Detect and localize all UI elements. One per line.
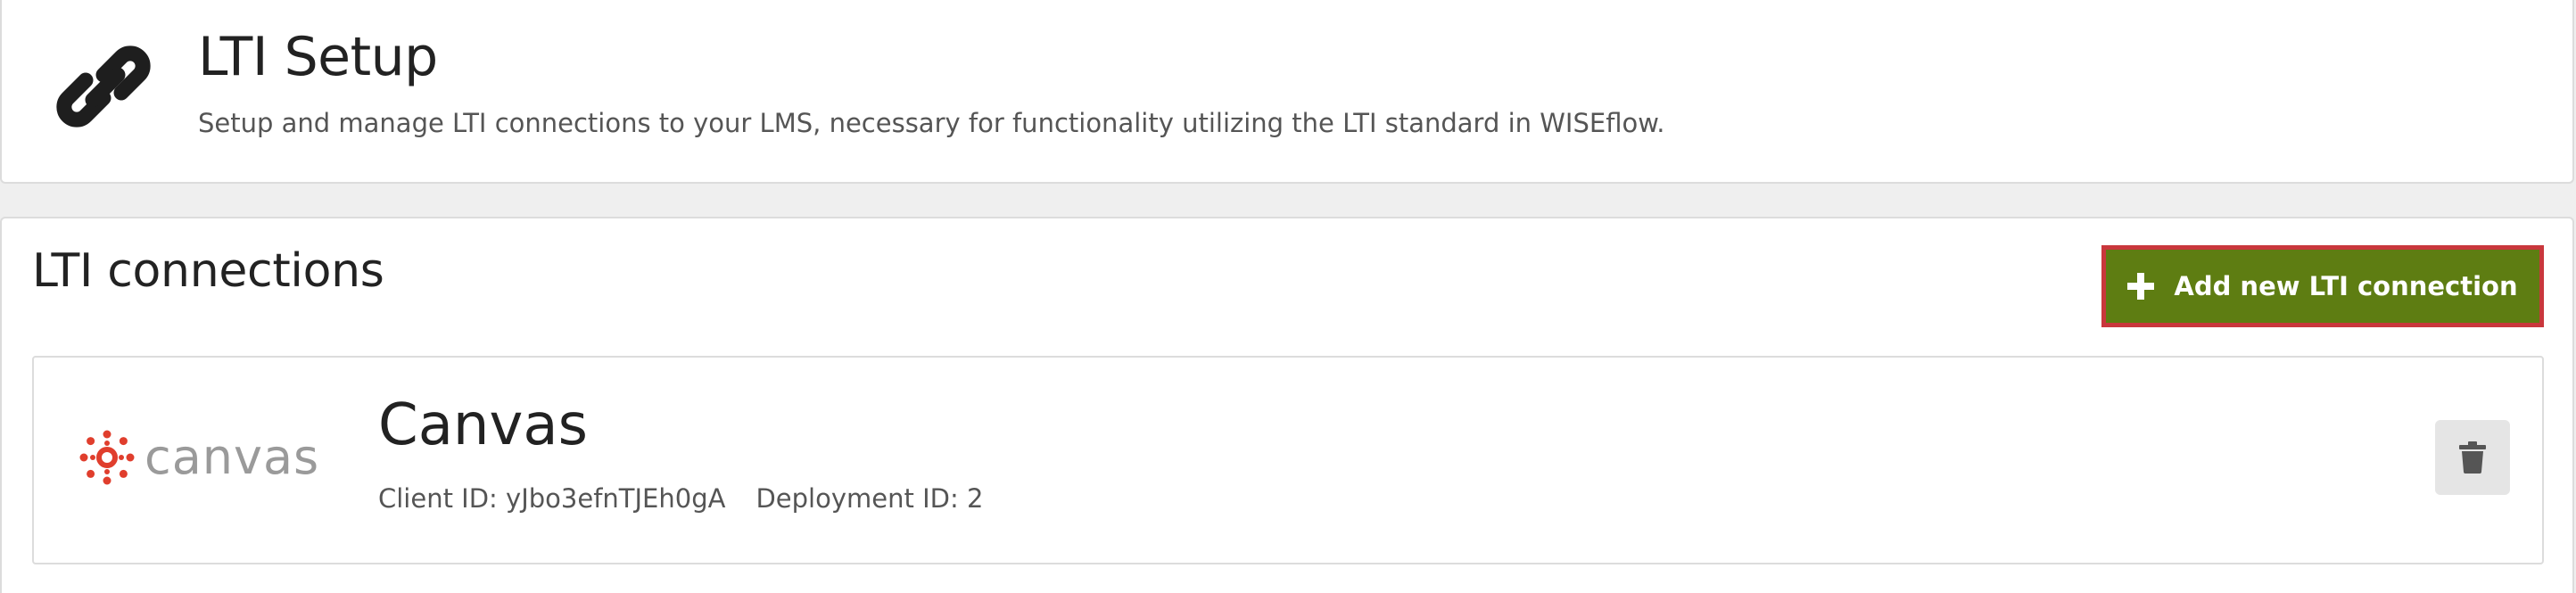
add-button-label: Add new LTI connection xyxy=(2174,271,2518,301)
page-title: LTI Setup xyxy=(198,26,438,88)
canvas-logo: canvas xyxy=(78,429,319,486)
page-subtitle: Setup and manage LTI connections to your… xyxy=(198,108,1665,138)
canvas-wordmark: canvas xyxy=(144,429,320,485)
client-id-value: yJbo3efnTJEh0gA xyxy=(506,483,726,514)
lti-connection-item[interactable]: canvas Canvas Client ID: yJbo3efnTJEh0gA… xyxy=(32,356,2544,564)
connection-name: Canvas xyxy=(378,392,588,458)
delete-connection-button[interactable] xyxy=(2435,420,2510,495)
connection-meta: Client ID: yJbo3efnTJEh0gA Deployment ID:… xyxy=(378,481,983,516)
add-button-inner: Add new LTI connection xyxy=(2106,250,2539,323)
canvas-logo-icon xyxy=(79,430,135,485)
add-lti-connection-button[interactable]: Add new LTI connection xyxy=(2101,245,2544,327)
deployment-id-label: Deployment ID: xyxy=(755,483,959,514)
plus-icon xyxy=(2127,273,2155,300)
trash-icon xyxy=(2459,441,2486,474)
client-id-label: Client ID: xyxy=(378,483,498,514)
link-icon xyxy=(56,45,151,128)
header-card: LTI Setup Setup and manage LTI connectio… xyxy=(0,0,2574,184)
lti-connections-card: LTI connections Add new LTI connection c… xyxy=(0,217,2574,593)
section-title: LTI connections xyxy=(32,244,384,298)
deployment-id-value: 2 xyxy=(966,483,984,514)
